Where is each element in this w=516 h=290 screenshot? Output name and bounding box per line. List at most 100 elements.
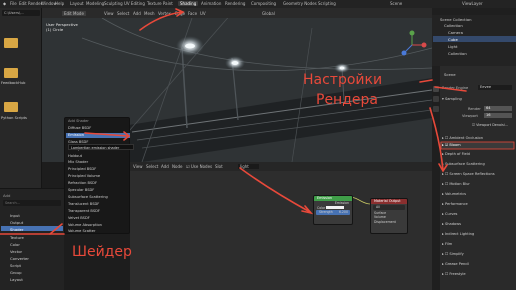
add-item-vector[interactable]: Vector [10,249,22,254]
viewport-menu-mesh[interactable]: Mesh [144,11,155,16]
tab-scripting[interactable]: Scripting [318,1,336,6]
menu-item-principled-bsdf[interactable]: Principled BSDF [68,167,96,171]
folder-icon[interactable] [4,102,18,112]
menu-item-emission[interactable]: Emission [68,133,84,137]
target-dropdown[interactable]: All [373,205,405,210]
scene-properties-icon[interactable] [433,106,439,112]
section-indirect-lighting[interactable]: ▸ Indirect Lighting [442,232,514,238]
viewport-menu-edge[interactable]: Edge [175,11,185,16]
path-field[interactable]: C:\Users\... [2,10,40,16]
node-menu-select[interactable]: Select [146,164,158,169]
section-bloom[interactable]: ▸ ☑ Bloom [442,143,514,149]
outliner-item-camera[interactable]: Camera [448,30,463,35]
tab-geometry-nodes[interactable]: Geometry Nodes [283,1,317,6]
mode-dropdown[interactable]: Edit Mode [62,11,86,16]
folder-icon[interactable] [4,68,18,78]
section-motion-blur[interactable]: ▸ ☐ Motion Blur [442,182,514,188]
add-item-input[interactable]: Input [10,213,20,218]
viewport-menu-vertex[interactable]: Vertex [158,11,171,16]
tab-sculpting[interactable]: Sculpting [104,1,123,6]
menu-help[interactable]: Help [55,1,64,6]
slot-dropdown[interactable]: Slot [215,164,223,169]
viewport-menu-face[interactable]: Face [188,11,197,16]
section-simplify[interactable]: ▸ ☐ Simplify [442,252,514,258]
displacement-socket[interactable]: Displacement [371,220,407,225]
menu-item-translucent-bsdf[interactable]: Translucent BSDF [68,202,99,206]
add-item-color[interactable]: Color [10,242,20,247]
scene-selector[interactable]: Scene [390,1,402,6]
add-item-shader[interactable]: Shader [10,227,23,232]
tab-layout[interactable]: Layout [70,1,84,6]
section-screen-space-reflections[interactable]: ▸ ☐ Screen Space Reflections [442,172,514,178]
viewport-menu-select[interactable]: Select [117,11,129,16]
render-samples-field[interactable]: 64 [484,106,512,111]
menu-item-volume-scatter[interactable]: Volume Scatter [68,229,95,233]
menu-edit[interactable]: Edit [19,1,27,6]
material-output-node[interactable]: Material Output All Surface Volume Displ… [370,198,408,234]
menu-item-subsurface-scattering[interactable]: Subsurface Scattering [68,195,108,199]
viewport-menu-uv[interactable]: UV [200,11,206,16]
transform-orientation[interactable]: Global [262,11,275,16]
menu-item-transparent-bsdf[interactable]: Transparent BSDF [68,209,100,213]
menu-file[interactable]: File [10,1,17,6]
tab-animation[interactable]: Animation [201,1,221,6]
node-menu-node[interactable]: Node [172,164,182,169]
section-shadows[interactable]: ▸ Shadows [442,222,514,228]
menu-item-mix-shader[interactable]: Mix Shader [68,160,88,164]
section-volumetrics[interactable]: ▸ Volumetrics [442,192,514,198]
viewport-samples-field[interactable]: 16 [484,113,512,118]
material-selector[interactable]: light [238,164,259,169]
section-freestyle[interactable]: ▸ ☐ Freestyle [442,272,514,278]
outliner-item-light[interactable]: Light [448,44,457,49]
tab-modeling[interactable]: Modeling [86,1,104,6]
add-item-output[interactable]: Output [10,220,23,225]
render-engine-dropdown[interactable]: Eevee [478,85,512,90]
strength-field[interactable]: Strength 6.200 [316,210,350,215]
color-swatch[interactable] [326,206,345,209]
menu-item-volume-absorption[interactable]: Volume Absorption [68,223,102,227]
node-menu-view[interactable]: View [133,164,143,169]
section-grease-pencil[interactable]: ▸ Grease Pencil [442,262,514,268]
add-item-script[interactable]: Script [10,263,21,268]
section-subsurface-scattering[interactable]: ▸ Subsurface Scattering [442,162,514,168]
navigation-gizmo-icon[interactable] [397,30,427,60]
view-layer-selector[interactable]: ViewLayer [462,1,483,6]
menu-item-principled-volume[interactable]: Principled Volume [68,174,100,178]
tab-uv-editing[interactable]: UV Editing [124,1,145,6]
menu-item-holdout[interactable]: Holdout [68,154,82,158]
node-menu-add[interactable]: Add [161,164,169,169]
add-item-texture[interactable]: Texture [10,235,24,240]
folder-icon[interactable] [4,38,18,48]
outliner-item-collection-2[interactable]: Collection [448,51,467,56]
section-depth-of-field[interactable]: ▸ Depth of Field [442,152,514,158]
search-field[interactable]: Search... [3,200,61,206]
blender-logo-icon[interactable]: ◆ [3,1,6,6]
add-item-converter[interactable]: Converter [10,256,29,261]
section-curves[interactable]: ▸ Curves [442,212,514,218]
section-performance[interactable]: ▸ Performance [442,202,514,208]
section-label: Depth of Field [444,152,470,156]
strength-value: 6.200 [338,210,348,214]
add-item-group[interactable]: Group [10,270,22,275]
viewport-menu-view[interactable]: View [104,11,114,16]
tab-rendering[interactable]: Rendering [225,1,245,6]
render-properties-icon[interactable] [433,86,439,92]
tab-texture-paint[interactable]: Texture Paint [147,1,173,6]
use-nodes-checkbox[interactable]: ☑ Use Nodes [186,164,212,169]
tab-compositing[interactable]: Compositing [251,1,276,6]
emission-node[interactable]: Emission Emission Color Strength 6.200 [313,195,353,225]
section-film[interactable]: ▸ Film [442,242,514,248]
viewport-menu-add[interactable]: Add [133,11,141,16]
outliner-item-cube[interactable]: Cube [448,37,458,42]
menu-item-velvet-bsdf[interactable]: Velvet BSDF [68,216,90,220]
add-item-layout[interactable]: Layout [10,277,23,282]
outliner-item-scene-collection[interactable]: Scene Collection [440,17,472,22]
menu-item-specular-bsdf[interactable]: Specular BSDF [68,188,94,192]
menu-item-refraction-bsdf[interactable]: Refraction BSDF [68,181,97,185]
section-sampling[interactable]: ▾ Sampling [442,97,514,103]
tab-shading[interactable]: Shading [178,1,199,6]
outliner-item-collection[interactable]: Collection [444,23,463,28]
output-properties-icon[interactable] [433,96,439,102]
menu-item-diffuse-bsdf[interactable]: Diffuse BSDF [68,126,91,130]
viewport-denoising-checkbox[interactable]: ☑ Viewport Denoisi... [472,123,508,127]
